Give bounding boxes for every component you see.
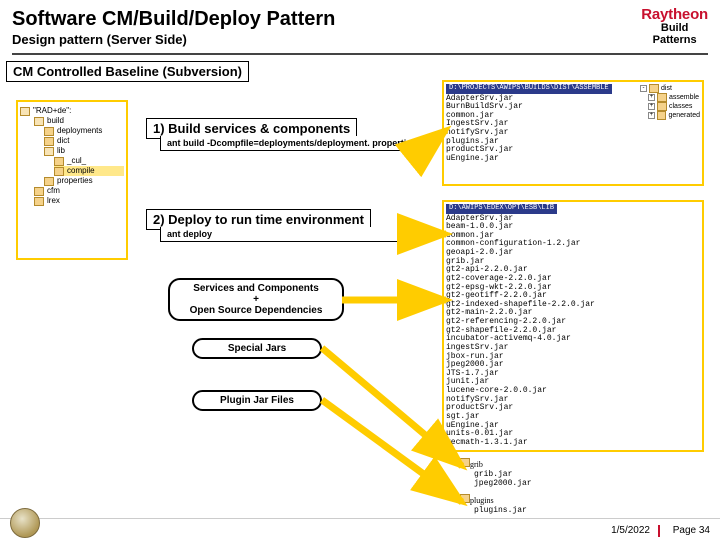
source-tree: "RAD+de": build deployments dict lib _cu…	[16, 100, 128, 260]
footer-page: Page 34	[673, 525, 710, 536]
box-line: Open Source Dependencies	[174, 305, 338, 316]
page-subtitle: Design pattern (Server Side)	[12, 32, 708, 47]
footer-divider	[658, 525, 660, 537]
tree-item: build	[47, 116, 64, 126]
box-special-jars: Special Jars	[192, 338, 322, 359]
jar-entry: productSrv.jar	[446, 404, 700, 413]
badge-build: Build	[641, 23, 708, 35]
panel-b-title: D:\AWIPS\EDEX\OPT\ESB\LIB	[446, 204, 557, 214]
arrow-plugin-to-plugins	[322, 400, 462, 502]
build-output-panel: D:\PROJECTS\AWIPS\BUILDS\DIST\ASSEMBLE A…	[442, 80, 704, 186]
step-2-command: ant deploy	[160, 227, 430, 242]
tree-item: cfm	[47, 186, 60, 196]
page-title: Software CM/Build/Deploy Pattern	[12, 8, 708, 31]
seal-icon	[10, 508, 40, 538]
tree-item-selected: compile	[67, 166, 95, 176]
footer: 1/5/2022 Page 34	[0, 518, 720, 540]
brand-block: Raytheon Build Patterns	[641, 6, 708, 46]
step-1-command: ant build -Dcompfile=deployments/deploym…	[160, 136, 430, 151]
arrow-special-to-grib	[322, 348, 462, 466]
badge-patterns: Patterns	[641, 35, 708, 47]
tree-item: lrex	[47, 196, 60, 206]
tree-item: lib	[57, 146, 65, 156]
tree-item: dict	[57, 136, 69, 146]
jar-entry: uEngine.jar	[446, 155, 700, 164]
box-line: +	[174, 294, 338, 305]
cm-baseline-box: CM Controlled Baseline (Subversion)	[6, 61, 249, 82]
box-line: Services and Components	[174, 283, 338, 294]
jar-entry: geoapi-2.0.jar	[446, 249, 700, 258]
tree-root: "RAD+de":	[33, 106, 71, 116]
box-services: Services and Components + Open Source De…	[168, 278, 344, 321]
panel-a-tree: -dist +assemble +classes +generated	[640, 84, 700, 120]
deploy-output-panel: D:\AWIPS\EDEX\OPT\ESB\LIB AdapterSrv.jar…	[442, 200, 704, 452]
sub-folder-plugins: plugins plugins.jar	[460, 494, 527, 516]
sub-folder-grib: grib grib.jar jpeg2000.jar	[460, 458, 532, 488]
header-rule	[12, 53, 708, 55]
panel-a-title: D:\PROJECTS\AWIPS\BUILDS\DIST\ASSEMBLE	[446, 84, 612, 94]
tree-item: properties	[57, 176, 93, 186]
company-logo: Raytheon	[641, 6, 708, 23]
tree-item: deployments	[57, 126, 102, 136]
footer-date: 1/5/2022	[611, 525, 650, 536]
jar-entry: vecmath-1.3.1.jar	[446, 439, 700, 448]
slide-header: Software CM/Build/Deploy Pattern Design …	[0, 0, 720, 49]
box-plugin-jars: Plugin Jar Files	[192, 390, 322, 411]
tree-item: _cul_	[67, 156, 86, 166]
